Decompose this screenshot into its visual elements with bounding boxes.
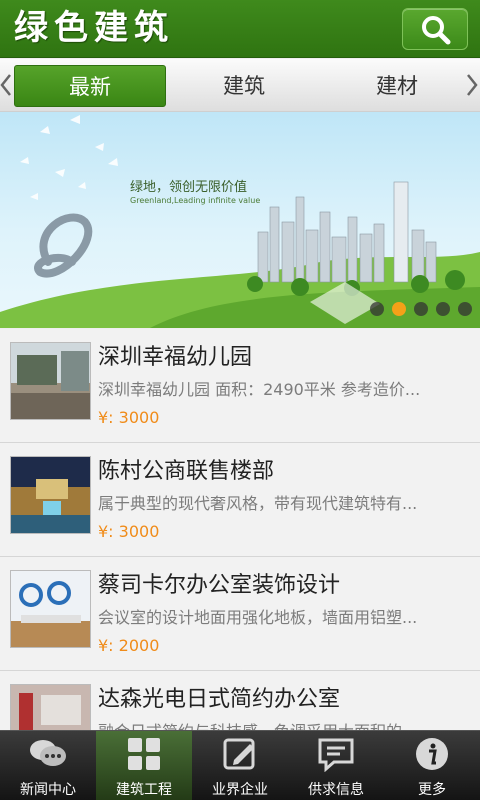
nav-label: 建筑工程 bbox=[116, 782, 172, 798]
app-screen: 绿色建筑 最新 建筑 建材 绿地，领创无限价值 Greenland,Leadin… bbox=[0, 0, 480, 800]
nav-label: 业界企业 bbox=[212, 782, 268, 798]
nav-supply-demand[interactable]: 供求信息 bbox=[288, 731, 384, 800]
thumbnail-image bbox=[10, 342, 91, 420]
search-icon bbox=[422, 16, 451, 45]
thumbnail-image bbox=[10, 570, 91, 648]
item-title: 达森光电日式简约办公室 bbox=[98, 687, 341, 712]
message-icon bbox=[318, 738, 354, 772]
item-title: 深圳幸福幼儿园 bbox=[98, 345, 253, 370]
search-button[interactable] bbox=[402, 8, 468, 50]
pager-dot[interactable] bbox=[436, 302, 450, 316]
bottom-navigation: 新闻中心 建筑工程 业界企业 供求信息 更多 bbox=[0, 730, 480, 800]
nav-label: 新闻中心 bbox=[20, 782, 76, 798]
item-description: 会议室的设计地面用强化地板，墙面用铝塑... bbox=[98, 608, 418, 627]
item-description: 深圳幸福幼儿园 面积：2490平米 参考造价... bbox=[98, 380, 421, 399]
tab-latest[interactable]: 最新 bbox=[14, 65, 166, 107]
project-list: 深圳幸福幼儿园 深圳幸福幼儿园 面积：2490平米 参考造价... ¥: 300… bbox=[0, 329, 480, 730]
list-item[interactable]: 达森光电日式简约办公室 融合日式简约与科技感，色调采用大面积的... bbox=[0, 671, 480, 730]
banner-caption: 绿地，领创无限价值 bbox=[130, 180, 248, 195]
thumbnail-image bbox=[10, 684, 91, 730]
item-title: 蔡司卡尔办公室装饰设计 bbox=[98, 573, 341, 598]
item-description: 属于典型的现代奢风格，带有现代建筑特有... bbox=[98, 494, 418, 513]
item-price: ¥: 3000 bbox=[98, 522, 160, 541]
category-tabs: 最新 建筑 建材 bbox=[0, 59, 480, 112]
tab-materials[interactable]: 建材 bbox=[321, 65, 473, 107]
app-header: 绿色建筑 bbox=[0, 0, 480, 58]
thumbnail-image bbox=[10, 456, 91, 534]
pager-dot[interactable] bbox=[414, 302, 428, 316]
promo-banner[interactable]: 绿地，领创无限价值 Greenland,Leading infinite val… bbox=[0, 112, 480, 328]
item-price: ¥: 2000 bbox=[98, 636, 160, 655]
item-description: 融合日式简约与科技感，色调采用大面积的... bbox=[98, 718, 466, 730]
item-price: ¥: 3000 bbox=[98, 408, 160, 427]
nav-label: 供求信息 bbox=[308, 782, 364, 798]
list-item[interactable]: 蔡司卡尔办公室装饰设计 会议室的设计地面用强化地板，墙面用铝塑... ¥: 20… bbox=[0, 557, 480, 671]
banner-pager bbox=[370, 302, 472, 316]
app-title: 绿色建筑 bbox=[14, 8, 174, 48]
banner-illustration bbox=[0, 115, 480, 328]
edit-icon bbox=[223, 738, 255, 770]
nav-news-center[interactable]: 新闻中心 bbox=[0, 731, 96, 800]
tab-architecture[interactable]: 建筑 bbox=[168, 65, 320, 107]
chevron-left-icon[interactable] bbox=[0, 73, 12, 97]
nav-label: 更多 bbox=[418, 782, 446, 798]
banner-subcaption: Greenland,Leading infinite value bbox=[130, 196, 261, 205]
grid-icon bbox=[128, 738, 160, 770]
pager-dot[interactable] bbox=[370, 302, 384, 316]
pager-dot-active[interactable] bbox=[392, 302, 406, 316]
chat-bubbles-icon bbox=[30, 740, 66, 766]
nav-more[interactable]: 更多 bbox=[384, 731, 480, 800]
pager-dot[interactable] bbox=[458, 302, 472, 316]
nav-building-projects[interactable]: 建筑工程 bbox=[96, 731, 192, 800]
list-item[interactable]: 陈村公商联售楼部 属于典型的现代奢风格，带有现代建筑特有... ¥: 3000 bbox=[0, 443, 480, 557]
item-title: 陈村公商联售楼部 bbox=[98, 459, 275, 484]
nav-industry-companies[interactable]: 业界企业 bbox=[192, 731, 288, 800]
info-icon bbox=[416, 738, 448, 770]
chevron-right-icon[interactable] bbox=[466, 73, 478, 97]
list-item[interactable]: 深圳幸福幼儿园 深圳幸福幼儿园 面积：2490平米 参考造价... ¥: 300… bbox=[0, 329, 480, 443]
